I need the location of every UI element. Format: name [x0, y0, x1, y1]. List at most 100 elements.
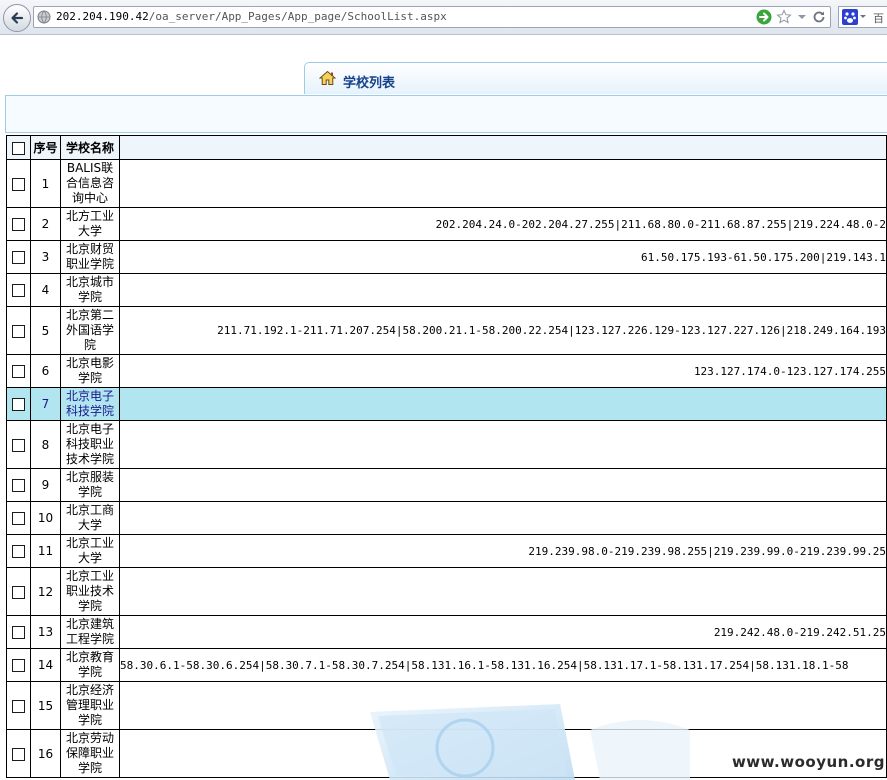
row-checkbox[interactable] [12, 545, 25, 558]
row-checkbox-cell[interactable] [6, 648, 31, 682]
row-index: 13 [30, 615, 61, 649]
page-title: 学校列表 [343, 76, 396, 91]
row-checkbox[interactable] [12, 398, 25, 411]
row-index: 2 [30, 207, 61, 241]
row-checkbox[interactable] [12, 218, 25, 231]
table-row[interactable]: 13 北京建筑工程学院 219.242.48.0-219.242.51.25 [6, 615, 887, 649]
row-checkbox[interactable] [12, 699, 25, 713]
row-school-name: 北京电影学院 [60, 354, 120, 388]
table-row[interactable]: 11 北京工业大学 219.239.98.0-219.239.98.255|219.… [6, 534, 887, 568]
row-ip-range [119, 387, 887, 421]
address-bar[interactable]: 202.204.190.42/oa_server/App_Pages/App_p… [33, 6, 831, 28]
page-tab[interactable]: 学校列表 [304, 62, 887, 94]
row-checkbox[interactable] [12, 284, 25, 297]
row-index: 15 [30, 681, 61, 730]
table-row[interactable]: 4 北京城市学院 [6, 273, 887, 307]
row-checkbox-cell[interactable] [6, 420, 31, 469]
watermark-text: www.wooyun.org [731, 753, 885, 771]
row-checkbox[interactable] [12, 747, 25, 761]
row-checkbox-cell[interactable] [6, 354, 31, 388]
row-checkbox-cell[interactable] [6, 273, 31, 307]
table-row[interactable]: 2 北方工业大学 202.204.24.0-202.204.27.255|211.6… [6, 207, 887, 241]
row-checkbox-cell[interactable] [6, 681, 31, 730]
header-index: 序号 [30, 135, 61, 160]
row-school-name: 北京财贸职业学院 [60, 240, 120, 274]
row-checkbox[interactable] [12, 365, 25, 378]
row-school-name: 北京工业大学 [60, 534, 120, 568]
row-checkbox[interactable] [12, 438, 25, 452]
row-checkbox-cell[interactable] [6, 567, 31, 616]
back-button[interactable] [3, 4, 31, 32]
table-row[interactable]: 8 北京电子科技职业技术学院 [6, 420, 887, 469]
row-school-name: 北京电子科技职业技术学院 [60, 420, 120, 469]
header-ip-range [119, 135, 887, 160]
row-checkbox-cell[interactable] [6, 240, 31, 274]
table-row[interactable]: 5 北京第二外国语学院 211.71.192.1-211.71.207.254|58… [6, 306, 887, 355]
chevron-down-icon[interactable] [796, 11, 808, 23]
green-go-icon[interactable] [756, 9, 772, 25]
row-ip-range [119, 273, 887, 307]
row-index: 10 [30, 501, 61, 535]
row-checkbox-cell[interactable] [6, 207, 31, 241]
row-checkbox[interactable] [12, 659, 25, 672]
row-checkbox-cell[interactable] [6, 501, 31, 535]
row-index: 4 [30, 273, 61, 307]
table-row[interactable]: 9 北京服装学院 [6, 468, 887, 502]
row-school-name: 北京建筑工程学院 [60, 615, 120, 649]
table-row[interactable]: 10 北京工商大学 [6, 501, 887, 535]
paw-icon[interactable] [842, 9, 868, 28]
row-checkbox[interactable] [12, 324, 25, 338]
url-text: 202.204.190.42/oa_server/App_Pages/App_p… [56, 10, 447, 23]
row-checkbox-cell[interactable] [6, 159, 31, 208]
filter-panel [5, 95, 887, 133]
back-arrow-icon [11, 12, 24, 24]
row-index: 11 [30, 534, 61, 568]
row-school-name: 北京城市学院 [60, 273, 120, 307]
row-checkbox[interactable] [12, 177, 25, 191]
browser-toolbar: 202.204.190.42/oa_server/App_Pages/App_p… [0, 0, 887, 35]
row-checkbox[interactable] [12, 479, 25, 492]
row-checkbox[interactable] [12, 626, 25, 639]
row-checkbox[interactable] [12, 251, 25, 264]
table-row[interactable]: 6 北京电影学院 123.127.174.0-123.127.174.255 [6, 354, 887, 388]
row-index: 3 [30, 240, 61, 274]
school-table: 序号 学校名称 1 BALIS联合信息咨询中心 2 北方工业大学 202.204.24.… [6, 135, 887, 778]
url-path: /oa_server/App_Pages/App_page/SchoolList… [148, 10, 447, 23]
table-row[interactable]: 14 北京教育学院 58.30.6.1-58.30.6.254|58.30.7.1-… [6, 648, 887, 682]
select-all-checkbox[interactable] [12, 141, 25, 155]
row-school-name: 北京劳动保障职业学院 [60, 729, 120, 778]
row-checkbox-cell[interactable] [6, 615, 31, 649]
home-icon [318, 70, 337, 89]
row-checkbox[interactable] [12, 512, 25, 525]
row-ip-range [119, 420, 887, 469]
bookmark-star-icon[interactable] [776, 9, 792, 25]
row-checkbox-cell[interactable] [6, 729, 31, 778]
row-ip-range [119, 501, 887, 535]
table-row[interactable]: 1 BALIS联合信息咨询中心 [6, 159, 887, 208]
table-row[interactable]: 12 北京工业职业技术学院 [6, 567, 887, 616]
table-row[interactable]: 3 北京财贸职业学院 61.50.175.193-61.50.175.200|219… [6, 240, 887, 274]
row-school-name: 北京服装学院 [60, 468, 120, 502]
row-index: 7 [30, 387, 61, 421]
row-school-name: 北京第二外国语学院 [60, 306, 120, 355]
header-school-name: 学校名称 [60, 135, 120, 160]
row-school-name: 北京工业职业技术学院 [60, 567, 120, 616]
search-box[interactable]: 百 [838, 6, 887, 28]
row-checkbox-cell[interactable] [6, 387, 31, 421]
row-school-name: 北京教育学院 [60, 648, 120, 682]
row-checkbox[interactable] [12, 585, 25, 599]
url-host: 202.204.190.42 [56, 10, 149, 23]
select-all-checkbox-cell[interactable] [6, 135, 31, 160]
row-checkbox-cell[interactable] [6, 306, 31, 355]
row-school-name: BALIS联合信息咨询中心 [60, 159, 120, 208]
reload-icon[interactable] [812, 10, 826, 24]
table-row[interactable]: 7 北京电子科技学院 [6, 387, 887, 421]
row-ip-range: 58.30.6.1-58.30.6.254|58.30.7.1-58.30.7.… [119, 648, 887, 682]
row-school-name: 北京经济管理职业学院 [60, 681, 120, 730]
row-checkbox-cell[interactable] [6, 468, 31, 502]
row-school-name: 北京工商大学 [60, 501, 120, 535]
table-row[interactable]: 15 北京经济管理职业学院 [6, 681, 887, 730]
row-checkbox-cell[interactable] [6, 534, 31, 568]
row-index: 5 [30, 306, 61, 355]
table-header-row: 序号 学校名称 [6, 135, 887, 160]
